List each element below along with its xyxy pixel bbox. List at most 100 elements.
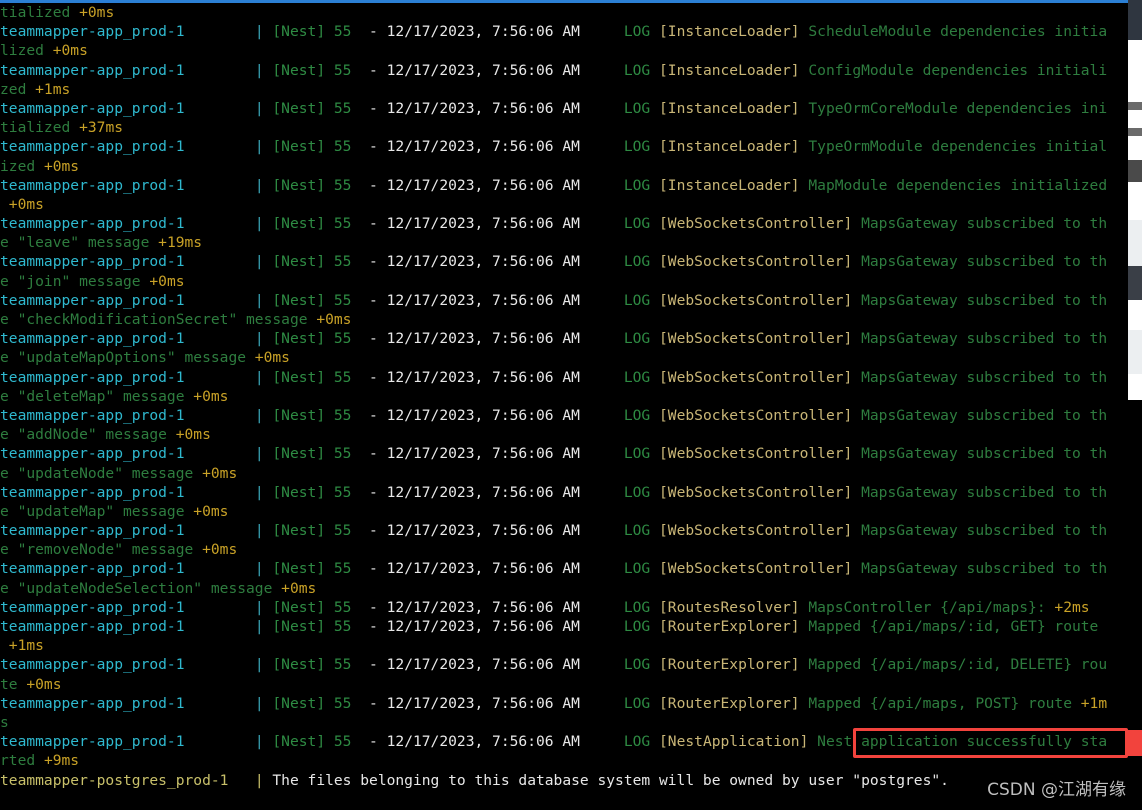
log-timestamp: 12/17/2023, 7:56:06 AM [386, 733, 624, 751]
log-timestamp: 12/17/2023, 7:56:06 AM [386, 99, 624, 117]
log-timing: +1ms [0, 637, 44, 655]
log-line: e "updateMap" message +0ms [0, 502, 1128, 521]
container-name: teammapper-app_prod-1 [0, 656, 255, 674]
log-message-continuation: tialized [0, 119, 71, 137]
log-timing: +0ms [193, 541, 238, 559]
log-context: [WebSocketsController] [659, 253, 862, 271]
log-message: Mapped {/api/maps/:id, GET} route [808, 618, 1099, 635]
column-separator: | [254, 694, 273, 712]
container-name: teammapper-app_prod-1 [0, 61, 255, 79]
log-timing: +9ms [35, 752, 80, 770]
log-line: teammapper-app_prod-1 | [Nest] 55 - 12/1… [0, 483, 1128, 502]
dash-separator: - [369, 445, 387, 463]
log-timestamp: 12/17/2023, 7:56:06 AM [386, 406, 624, 424]
container-name: teammapper-app_prod-1 [0, 368, 255, 386]
dash-separator: - [369, 138, 387, 156]
log-timestamp: 12/17/2023, 7:56:06 AM [386, 138, 624, 156]
dash-separator: - [369, 733, 387, 751]
dash-separator: - [369, 253, 387, 271]
log-message: MapsController {/api/maps}: [808, 598, 1046, 616]
log-line: e "updateNode" message +0ms [0, 464, 1128, 483]
sliver-segment [1128, 374, 1142, 400]
container-name: teammapper-postgres_prod-1 [0, 771, 255, 789]
log-level: LOG [623, 694, 660, 712]
log-message-continuation: e "updateNodeSelection" message [0, 579, 273, 597]
log-line: teammapper-app_prod-1 | [Nest] 55 - 12/1… [0, 61, 1128, 80]
log-timing: +1ms [26, 80, 71, 98]
log-line: teammapper-app_prod-1 | [Nest] 55 - 12/1… [0, 176, 1128, 195]
log-timing: +0ms [70, 4, 115, 21]
log-message-continuation: e "updateNode" message [0, 464, 194, 482]
container-name: teammapper-app_prod-1 [0, 694, 255, 712]
log-timing: +37ms [70, 119, 124, 137]
csdn-watermark: CSDN @江湖有缘 [987, 780, 1126, 800]
sliver-segment [1128, 102, 1142, 110]
log-timestamp: 12/17/2023, 7:56:06 AM [386, 291, 624, 309]
log-line: e "join" message +0ms [0, 272, 1128, 291]
log-context: [InstanceLoader] [659, 61, 809, 79]
log-level: LOG [623, 99, 660, 117]
log-message: Nest application successfully sta [817, 733, 1108, 751]
log-timestamp: 12/17/2023, 7:56:06 AM [386, 694, 624, 712]
dash-separator: - [369, 694, 387, 712]
log-timestamp: 12/17/2023, 7:56:06 AM [386, 23, 624, 41]
log-line: e "leave" message +19ms [0, 233, 1128, 252]
log-line: teammapper-app_prod-1 | [Nest] 55 - 12/1… [0, 252, 1128, 271]
dash-separator: - [369, 330, 387, 348]
column-separator: | [254, 483, 273, 501]
log-level: LOG [623, 522, 660, 540]
log-level: LOG [623, 23, 660, 41]
log-line: teammapper-app_prod-1 | [Nest] 55 - 12/1… [0, 99, 1128, 118]
dash-separator: - [369, 560, 387, 578]
log-message-continuation: s [0, 713, 9, 731]
nest-process-tag: [Nest] 55 [272, 99, 370, 117]
log-message: TypeOrmModule dependencies initial [808, 138, 1108, 156]
log-timestamp: 12/17/2023, 7:56:06 AM [386, 560, 624, 578]
dash-separator: - [369, 176, 387, 194]
log-timestamp: 12/17/2023, 7:56:06 AM [386, 483, 624, 501]
sliver-segment [1128, 730, 1142, 756]
dash-separator: - [369, 61, 387, 79]
log-context: [WebSocketsController] [659, 291, 862, 309]
log-line: teammapper-app_prod-1 | [Nest] 55 - 12/1… [0, 694, 1128, 713]
column-separator: | [254, 99, 273, 117]
dash-separator: - [369, 99, 387, 117]
nest-process-tag: [Nest] 55 [272, 445, 370, 463]
container-name: teammapper-app_prod-1 [0, 291, 255, 309]
log-context: [WebSocketsController] [659, 522, 862, 540]
log-line: lized +0ms [0, 41, 1128, 60]
sliver-segment [1128, 266, 1142, 300]
log-line: +1ms [0, 636, 1128, 655]
terminal-output-pane[interactable]: tialized +0ms teammapper-app_prod-1 | [Ne… [0, 0, 1128, 810]
log-message: MapModule dependencies initialized [808, 176, 1108, 194]
log-message: Mapped {/api/maps, POST} route [808, 694, 1072, 712]
log-timing: +0ms [17, 675, 62, 693]
log-message: MapsGateway subscribed to th [861, 522, 1108, 540]
sliver-segment [1128, 756, 1142, 810]
log-timing: +0ms [166, 426, 211, 444]
nest-process-tag: [Nest] 55 [272, 253, 370, 271]
container-name: teammapper-app_prod-1 [0, 406, 255, 424]
dash-separator: - [369, 368, 387, 386]
log-line: teammapper-app_prod-1 | [Nest] 55 - 12/1… [0, 655, 1128, 674]
log-line: teammapper-app_prod-1 | [Nest] 55 - 12/1… [0, 598, 1128, 617]
log-timing: +0ms [307, 311, 352, 328]
sliver-segment [1128, 128, 1142, 136]
log-level: LOG [623, 176, 660, 194]
nest-process-tag: [Nest] 55 [272, 176, 370, 194]
nest-process-tag: [Nest] 55 [272, 61, 370, 79]
sliver-segment [1128, 0, 1142, 40]
dash-separator: - [369, 598, 387, 616]
log-line: e "removeNode" message +0ms [0, 540, 1128, 559]
log-context: [InstanceLoader] [659, 99, 809, 117]
log-line: zed +1ms [0, 80, 1128, 99]
log-line: rted +9ms [0, 751, 1128, 770]
log-message: MapsGateway subscribed to th [861, 253, 1108, 271]
container-name: teammapper-app_prod-1 [0, 215, 255, 233]
log-line: e "updateMapOptions" message +0ms [0, 348, 1128, 367]
log-timing: +0ms [35, 157, 80, 175]
column-separator: | [254, 445, 273, 463]
log-timing: +0ms [0, 195, 44, 213]
window-bottom-edge [0, 804, 1142, 810]
sliver-segment [1128, 330, 1142, 374]
